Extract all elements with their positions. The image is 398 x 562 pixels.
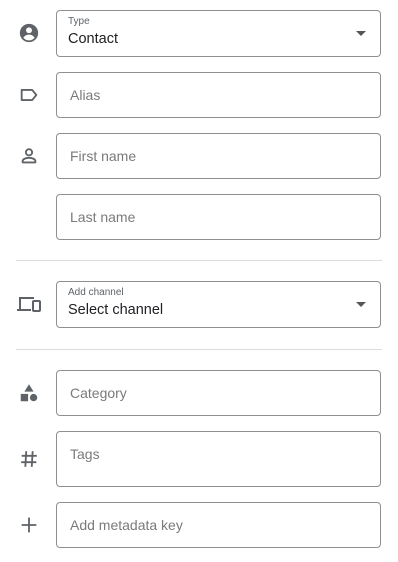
first-name-input[interactable]: First name	[56, 133, 381, 179]
hash-icon	[14, 444, 44, 474]
label-tag-icon	[14, 80, 44, 110]
alias-input[interactable]: Alias	[56, 72, 381, 118]
channel-select[interactable]: Add channel Select channel	[56, 281, 381, 328]
shapes-icon	[14, 378, 44, 408]
first-name-placeholder: First name	[70, 148, 137, 164]
dropdown-arrow-icon	[356, 31, 366, 36]
category-placeholder: Category	[70, 385, 127, 401]
account-circle-icon	[14, 18, 44, 48]
last-name-placeholder: Last name	[70, 209, 136, 225]
tags-input[interactable]: Tags	[56, 431, 381, 487]
type-select-label: Type	[68, 16, 90, 27]
add-icon[interactable]	[14, 510, 44, 540]
person-icon	[14, 141, 44, 171]
type-select[interactable]: Type Contact	[56, 10, 381, 57]
devices-icon	[14, 290, 44, 320]
tags-placeholder: Tags	[70, 446, 100, 462]
metadata-key-placeholder: Add metadata key	[70, 517, 183, 533]
type-select-value: Contact	[68, 31, 118, 47]
alias-placeholder: Alias	[70, 87, 101, 103]
channel-select-value: Select channel	[68, 302, 164, 318]
channel-select-label: Add channel	[68, 287, 124, 298]
section-divider	[16, 349, 382, 350]
dropdown-arrow-icon	[356, 302, 366, 307]
category-input[interactable]: Category	[56, 370, 381, 416]
metadata-key-input[interactable]: Add metadata key	[56, 502, 381, 548]
last-name-input[interactable]: Last name	[56, 194, 381, 240]
section-divider	[16, 260, 382, 261]
